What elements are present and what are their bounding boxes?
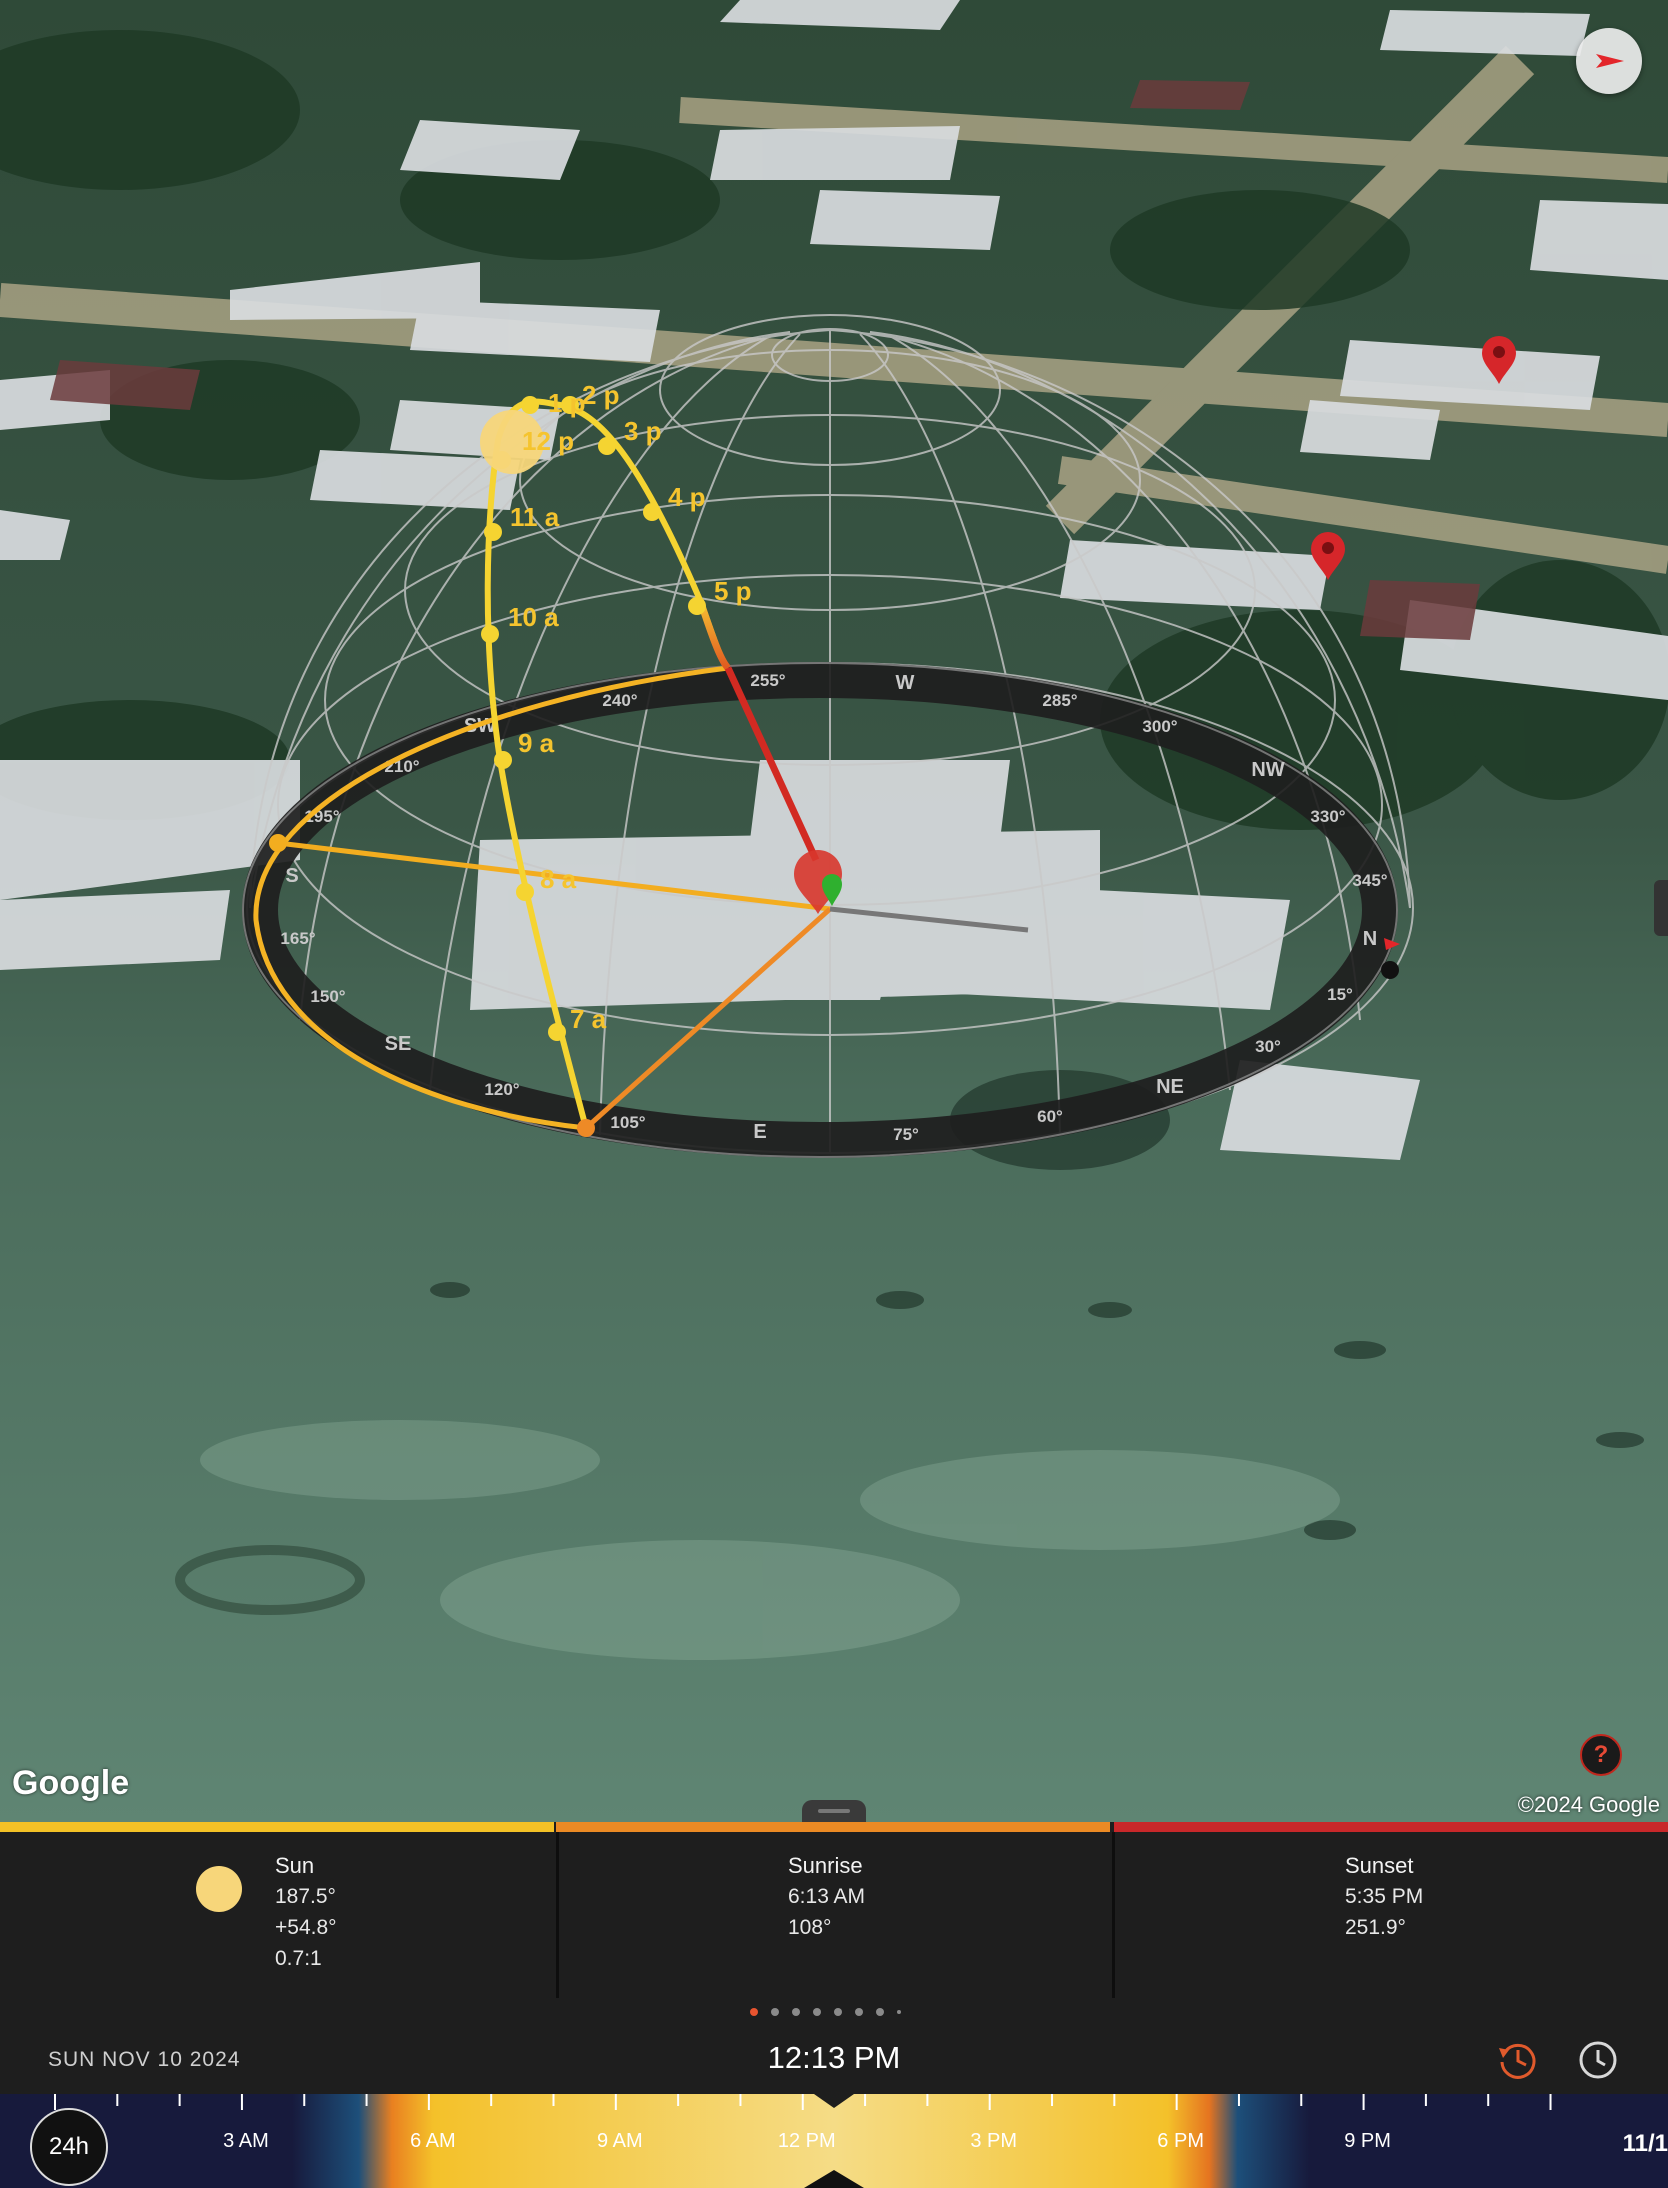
sunset-info-card[interactable]: Sunset 5:35 PM 251.9° [1112, 1832, 1668, 1998]
sun-title: Sun [275, 1853, 315, 1878]
map-canvas: N E S W NE SE SW NW 15° 30° 60° 75° 105°… [0, 0, 1668, 1822]
svg-text:150°: 150° [310, 987, 345, 1006]
sunrise-info-card[interactable]: Sunrise 6:13 AM 108° [556, 1832, 1113, 1998]
compass-label: NW [1251, 759, 1284, 781]
sun-color-strip [0, 1822, 554, 1832]
page-dot[interactable] [855, 2008, 863, 2016]
hour-label: 5 p [714, 576, 752, 606]
hour-label: 9 a [518, 728, 555, 758]
hour-label: 7 a [570, 1004, 607, 1034]
compass-label: E [753, 1121, 766, 1143]
compass-label: N [1363, 928, 1377, 950]
sun-info-panel[interactable]: Sun 187.5° +54.8° 0.7:1 Sunrise 6:13 AM … [0, 1822, 1668, 1998]
compass-label: SE [385, 1033, 412, 1055]
sunset-title: Sunset [1345, 1853, 1414, 1878]
timeline-hour-label: 3 PM [970, 2130, 1018, 2152]
side-drawer-handle[interactable] [1654, 880, 1668, 936]
svg-text:240°: 240° [602, 691, 637, 710]
hour-label: 12 p [522, 426, 574, 456]
page-dot[interactable] [750, 2008, 758, 2016]
reset-time-button[interactable] [1496, 2038, 1540, 2082]
time-label[interactable]: 12:13 PM [0, 2040, 1668, 2076]
sun-shadow-ratio: 0.7:1 [275, 1947, 322, 1970]
timeline-hour-label: 9 AM [597, 2130, 643, 2152]
page-dot[interactable] [834, 2008, 842, 2016]
map-compass-button[interactable] [1576, 28, 1642, 94]
hour-label: 3 p [624, 416, 662, 446]
sunset-azimuth: 251.9° [1345, 1916, 1406, 1939]
hour-label: 2 p [582, 380, 620, 410]
history-icon [1499, 2043, 1536, 2079]
timeline-hour-label: 9 PM [1344, 2130, 1391, 2152]
next-day-label: 11/1 [1622, 2130, 1668, 2157]
page-dot[interactable] [771, 2008, 779, 2016]
compass-label: S [285, 865, 298, 887]
timeline-hour-label: 6 PM [1157, 2130, 1204, 2152]
satellite-map[interactable]: N E S W NE SE SW NW 15° 30° 60° 75° 105°… [0, 0, 1668, 1822]
svg-text:60°: 60° [1037, 1107, 1063, 1126]
compass-label: W [896, 672, 915, 694]
sun-elevation: +54.8° [275, 1916, 337, 1939]
timeline-hour-label: 3 AM [223, 2130, 269, 2152]
navigation-arrow-icon [1596, 54, 1624, 68]
timeline-hour-label: 12 PM [777, 2130, 836, 2152]
sunrise-color-strip [556, 1822, 1110, 1832]
svg-text:255°: 255° [750, 671, 785, 690]
google-logo: Google [12, 1764, 130, 1802]
hour-label: 10 a [508, 602, 559, 632]
svg-text:285°: 285° [1042, 691, 1077, 710]
time-scrubber[interactable]: 3 AM 6 AM 9 AM 12 PM 3 PM 6 PM 9 PM [0, 2094, 1668, 2188]
page-dot[interactable] [792, 2008, 800, 2016]
svg-text:30°: 30° [1255, 1037, 1281, 1056]
clock-button[interactable] [1576, 2038, 1620, 2082]
timeline-hour-label: 6 AM [410, 2130, 456, 2152]
hour-label: 11 a [510, 502, 560, 532]
svg-text:300°: 300° [1142, 717, 1177, 736]
svg-text:120°: 120° [484, 1080, 519, 1099]
sun-info-card[interactable]: Sun 187.5° +54.8° 0.7:1 [0, 1832, 554, 1998]
hour-label: 1 p [548, 388, 586, 418]
map-copyright: ©2024 Google [1517, 1792, 1660, 1817]
panel-drag-handle[interactable] [802, 1800, 866, 1822]
sunset-color-strip [1114, 1822, 1668, 1832]
svg-text:345°: 345° [1352, 871, 1387, 890]
svg-text:330°: 330° [1310, 807, 1345, 826]
svg-text:210°: 210° [384, 757, 419, 776]
svg-text:15°: 15° [1327, 985, 1353, 1004]
sun-icon [196, 1866, 242, 1912]
help-button[interactable]: ? [1580, 1734, 1622, 1776]
hour-label: 4 p [668, 482, 706, 512]
page-dot[interactable] [897, 2010, 901, 2014]
compass-label: NE [1156, 1076, 1184, 1098]
svg-text:75°: 75° [893, 1125, 919, 1144]
date-time-bar: SUN NOV 10 2024 12:13 PM [0, 1998, 1668, 2094]
svg-text:105°: 105° [610, 1113, 645, 1132]
page-dot[interactable] [813, 2008, 821, 2016]
page-dot[interactable] [876, 2008, 884, 2016]
sunrise-azimuth: 108° [788, 1916, 832, 1939]
clock-icon [1579, 2041, 1617, 2079]
svg-text:165°: 165° [280, 929, 315, 948]
sun-azimuth: 187.5° [275, 1885, 336, 1908]
sunset-time: 5:35 PM [1345, 1885, 1424, 1908]
range-24h-button[interactable]: 24h [30, 2108, 108, 2186]
hour-label: 8 a [540, 864, 577, 894]
sunrise-title: Sunrise [788, 1853, 863, 1878]
sunrise-time: 6:13 AM [788, 1885, 866, 1908]
